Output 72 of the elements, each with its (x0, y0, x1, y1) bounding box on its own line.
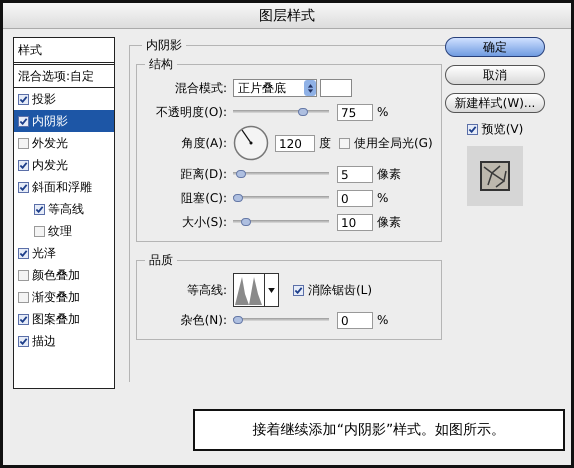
unit-label: % (377, 313, 388, 327)
unit-label: % (377, 105, 388, 119)
slider-thumb[interactable] (233, 194, 243, 202)
checkbox[interactable] (18, 116, 29, 126)
checkbox[interactable] (18, 138, 29, 148)
group-title: 品质 (148, 252, 174, 269)
checkbox[interactable] (466, 124, 478, 135)
style-item[interactable]: 图案叠加 (14, 308, 114, 330)
checkbox-label: 预览(V) (482, 121, 524, 138)
field-label: 杂色(N): (180, 312, 228, 328)
style-item[interactable]: 描边 (14, 330, 114, 352)
style-item[interactable]: 内发光 (14, 154, 114, 176)
style-item[interactable]: 颜色叠加 (14, 264, 114, 286)
panel-title: 内阴影 (145, 37, 183, 54)
field-label: 大小(S): (180, 214, 228, 230)
checkbox[interactable] (18, 182, 29, 192)
checkbox[interactable] (18, 160, 29, 170)
style-item[interactable]: 投影 (14, 88, 114, 110)
blend-options-item[interactable]: 混合选项:自定 (14, 65, 114, 88)
checkbox[interactable] (18, 248, 29, 258)
checkbox[interactable] (18, 336, 29, 346)
style-item[interactable]: 纹理 (14, 220, 114, 242)
checkbox[interactable] (18, 314, 29, 324)
style-item[interactable]: 等高线 (14, 198, 114, 220)
textured-square-drawing (480, 161, 510, 191)
value-field[interactable]: 0 (337, 312, 373, 328)
slider-thumb[interactable] (298, 108, 308, 116)
field-label: 距离(D): (179, 166, 228, 182)
unit-label: 像素 (377, 166, 401, 182)
field-label: 阻塞(C): (180, 190, 228, 206)
field-label: 角度(A): (180, 134, 228, 152)
value-field[interactable]: 0 (337, 190, 373, 206)
list-header: 样式 (14, 38, 114, 65)
checkbox[interactable] (34, 204, 45, 214)
field-label: 等高线: (186, 282, 228, 298)
field-label: 混合模式: (174, 80, 228, 96)
spinner-icon (304, 80, 316, 96)
checkbox[interactable] (18, 270, 29, 280)
value-field[interactable]: 75 (337, 104, 373, 120)
window-title: 图层样式 (259, 6, 315, 24)
checkbox[interactable] (293, 284, 304, 296)
contour-picker[interactable] (233, 273, 279, 307)
blend-mode-dropdown[interactable]: 正片叠底 (233, 79, 317, 97)
style-item[interactable]: 斜面和浮雕 (14, 176, 114, 198)
group-title: 结构 (148, 56, 174, 73)
value-field[interactable]: 10 (337, 214, 373, 230)
checkbox[interactable] (18, 94, 29, 104)
unit-label: % (377, 191, 388, 205)
style-item[interactable]: 外发光 (14, 132, 114, 154)
checkbox-label: 消除锯齿(L) (308, 282, 372, 298)
slider-thumb[interactable] (240, 218, 251, 226)
caption-text: 接着继续添加“内阴影”样式。如图所示。 (193, 409, 565, 451)
checkbox[interactable] (339, 138, 350, 148)
style-item[interactable]: 光泽 (14, 242, 114, 264)
dialog-button[interactable]: 新建样式(W)... (445, 93, 545, 113)
field-label: 不透明度(O): (155, 104, 228, 120)
checkbox[interactable] (34, 226, 45, 236)
dialog-button[interactable]: 取消 (445, 65, 545, 85)
slider-thumb[interactable] (236, 170, 246, 178)
caret-icon (268, 288, 275, 292)
angle-dial-icon[interactable] (233, 125, 269, 161)
style-item[interactable]: 内阴影 (14, 110, 114, 132)
dialog-button[interactable]: 确定 (445, 37, 545, 57)
checkbox[interactable] (18, 292, 29, 302)
style-item[interactable]: 渐变叠加 (14, 286, 114, 308)
slider-thumb[interactable] (233, 316, 243, 324)
unit-label: 像素 (377, 214, 401, 230)
value-field[interactable]: 120 (275, 134, 315, 152)
value-field[interactable]: 5 (337, 166, 373, 182)
unit-label: 度 (319, 134, 331, 152)
checkbox-label: 使用全局光(G) (354, 134, 433, 152)
color-swatch[interactable] (320, 79, 352, 97)
